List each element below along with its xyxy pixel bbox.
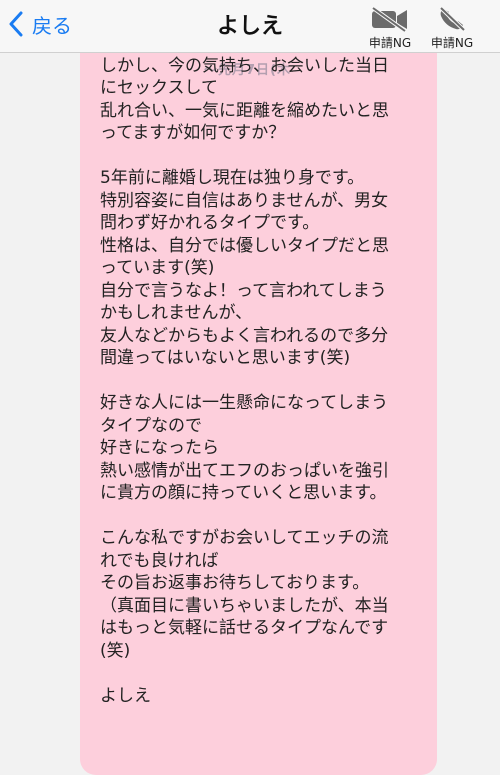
nav-bar: 戻る よしえ 申請NG 申請NG	[0, 0, 500, 53]
voice-call-button[interactable]: 申請NG	[422, 6, 482, 51]
voice-call-label: 申請NG	[430, 36, 474, 50]
message-text: いと思っています。 しかし、今の気持ち、お会いした当日 にセックスして 乱れ合い…	[100, 40, 389, 706]
video-call-button[interactable]: 申請NG	[360, 6, 420, 51]
video-camera-off-icon	[371, 6, 407, 32]
phone-off-icon	[439, 6, 466, 32]
video-call-label: 申請NG	[368, 36, 412, 50]
message-bubble: ～先月7日(木 いと思っています。 しかし、今の気持ち、お会いした当日 にセック…	[80, 40, 437, 775]
